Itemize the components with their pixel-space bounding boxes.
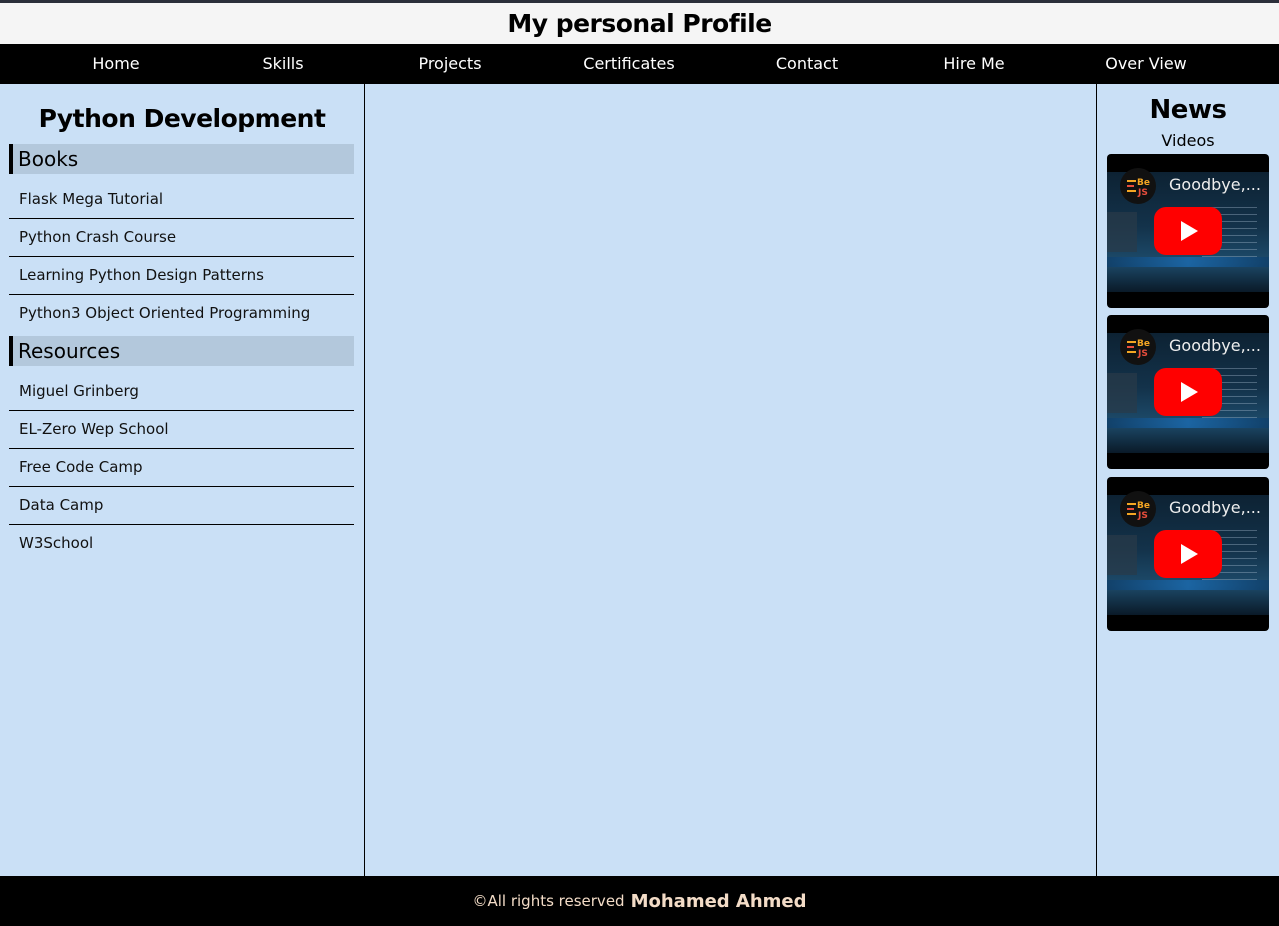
resources-heading: Resources xyxy=(9,336,354,366)
svg-text:JS: JS xyxy=(1137,188,1148,198)
main-nav: Home Skills Projects Certificates Contac… xyxy=(0,44,1279,84)
play-button-icon[interactable] xyxy=(1154,368,1222,416)
news-sidebar: News Videos Be JS Goodbye,... Be JS Goodby… xyxy=(1097,84,1279,876)
left-sidebar: Python Development Books Flask Mega Tuto… xyxy=(0,84,365,876)
copyright-text: ©All rights reserved xyxy=(472,892,625,910)
video-embed[interactable]: Be JS Goodbye,... xyxy=(1107,477,1269,631)
resource-link[interactable]: Miguel Grinberg xyxy=(9,373,354,411)
svg-text:Be: Be xyxy=(1137,339,1150,349)
site-header: My personal Profile xyxy=(0,3,1279,44)
resource-link[interactable]: EL-Zero Wep School xyxy=(9,411,354,449)
svg-text:JS: JS xyxy=(1137,511,1148,521)
site-footer: ©All rights reserved Mohamed Ahmed xyxy=(0,876,1279,926)
svg-text:JS: JS xyxy=(1137,349,1148,359)
bejs-logo-icon[interactable]: Be JS xyxy=(1120,491,1156,527)
nav-certificates[interactable]: Certificates xyxy=(583,44,674,84)
nav-hire-me[interactable]: Hire Me xyxy=(943,44,1004,84)
play-button-icon[interactable] xyxy=(1154,530,1222,578)
video-embed[interactable]: Be JS Goodbye,... xyxy=(1107,154,1269,308)
news-title: News xyxy=(1149,95,1227,125)
videos-label: Videos xyxy=(1161,131,1215,150)
sidebar-title: Python Development xyxy=(38,104,326,133)
resource-link[interactable]: W3School xyxy=(9,525,354,563)
nav-contact[interactable]: Contact xyxy=(776,44,838,84)
page-title: My personal Profile xyxy=(507,9,772,38)
book-link[interactable]: Python Crash Course xyxy=(9,219,354,257)
resource-link[interactable]: Free Code Camp xyxy=(9,449,354,487)
video-title[interactable]: Goodbye,... xyxy=(1169,336,1265,355)
bejs-logo-icon[interactable]: Be JS xyxy=(1120,329,1156,365)
video-title[interactable]: Goodbye,... xyxy=(1169,498,1265,517)
nav-skills[interactable]: Skills xyxy=(262,44,303,84)
book-link[interactable]: Flask Mega Tutorial xyxy=(9,181,354,219)
book-link[interactable]: Learning Python Design Patterns xyxy=(9,257,354,295)
nav-home[interactable]: Home xyxy=(92,44,139,84)
video-title[interactable]: Goodbye,... xyxy=(1169,175,1265,194)
bejs-logo-icon[interactable]: Be JS xyxy=(1120,168,1156,204)
nav-overview[interactable]: Over View xyxy=(1105,44,1187,84)
main-content xyxy=(365,84,1097,876)
nav-projects[interactable]: Projects xyxy=(418,44,481,84)
resource-link[interactable]: Data Camp xyxy=(9,487,354,525)
svg-text:Be: Be xyxy=(1137,178,1150,188)
svg-text:Be: Be xyxy=(1137,501,1150,511)
play-button-icon[interactable] xyxy=(1154,207,1222,255)
video-embed[interactable]: Be JS Goodbye,... xyxy=(1107,315,1269,469)
author-name: Mohamed Ahmed xyxy=(630,890,807,912)
books-heading: Books xyxy=(9,144,354,174)
book-link[interactable]: Python3 Object Oriented Programming xyxy=(9,295,354,333)
